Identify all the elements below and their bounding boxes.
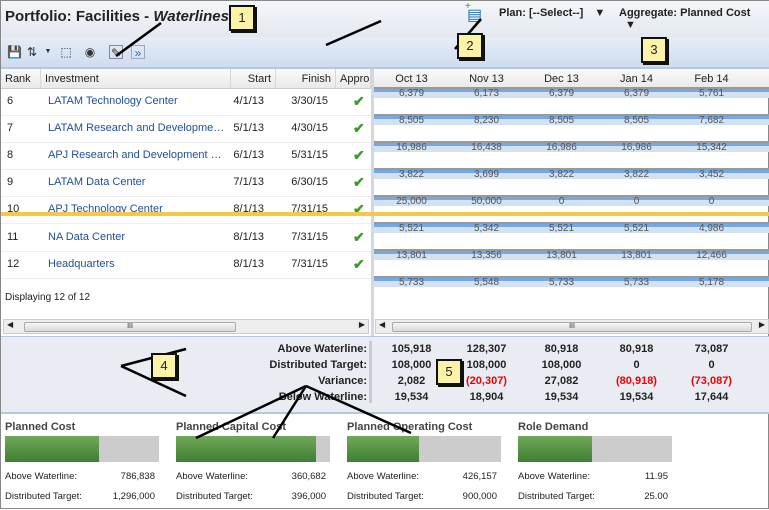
callout-5: 5 [436, 359, 462, 385]
callout-line [115, 21, 162, 58]
callout-2: 2 [457, 33, 483, 59]
callout-lines [115, 18, 482, 440]
callout-line [305, 384, 412, 435]
callout-4: 4 [151, 353, 177, 379]
callout-1: 1 [229, 5, 255, 31]
callout-3: 3 [641, 37, 667, 63]
callout-line [325, 19, 382, 47]
